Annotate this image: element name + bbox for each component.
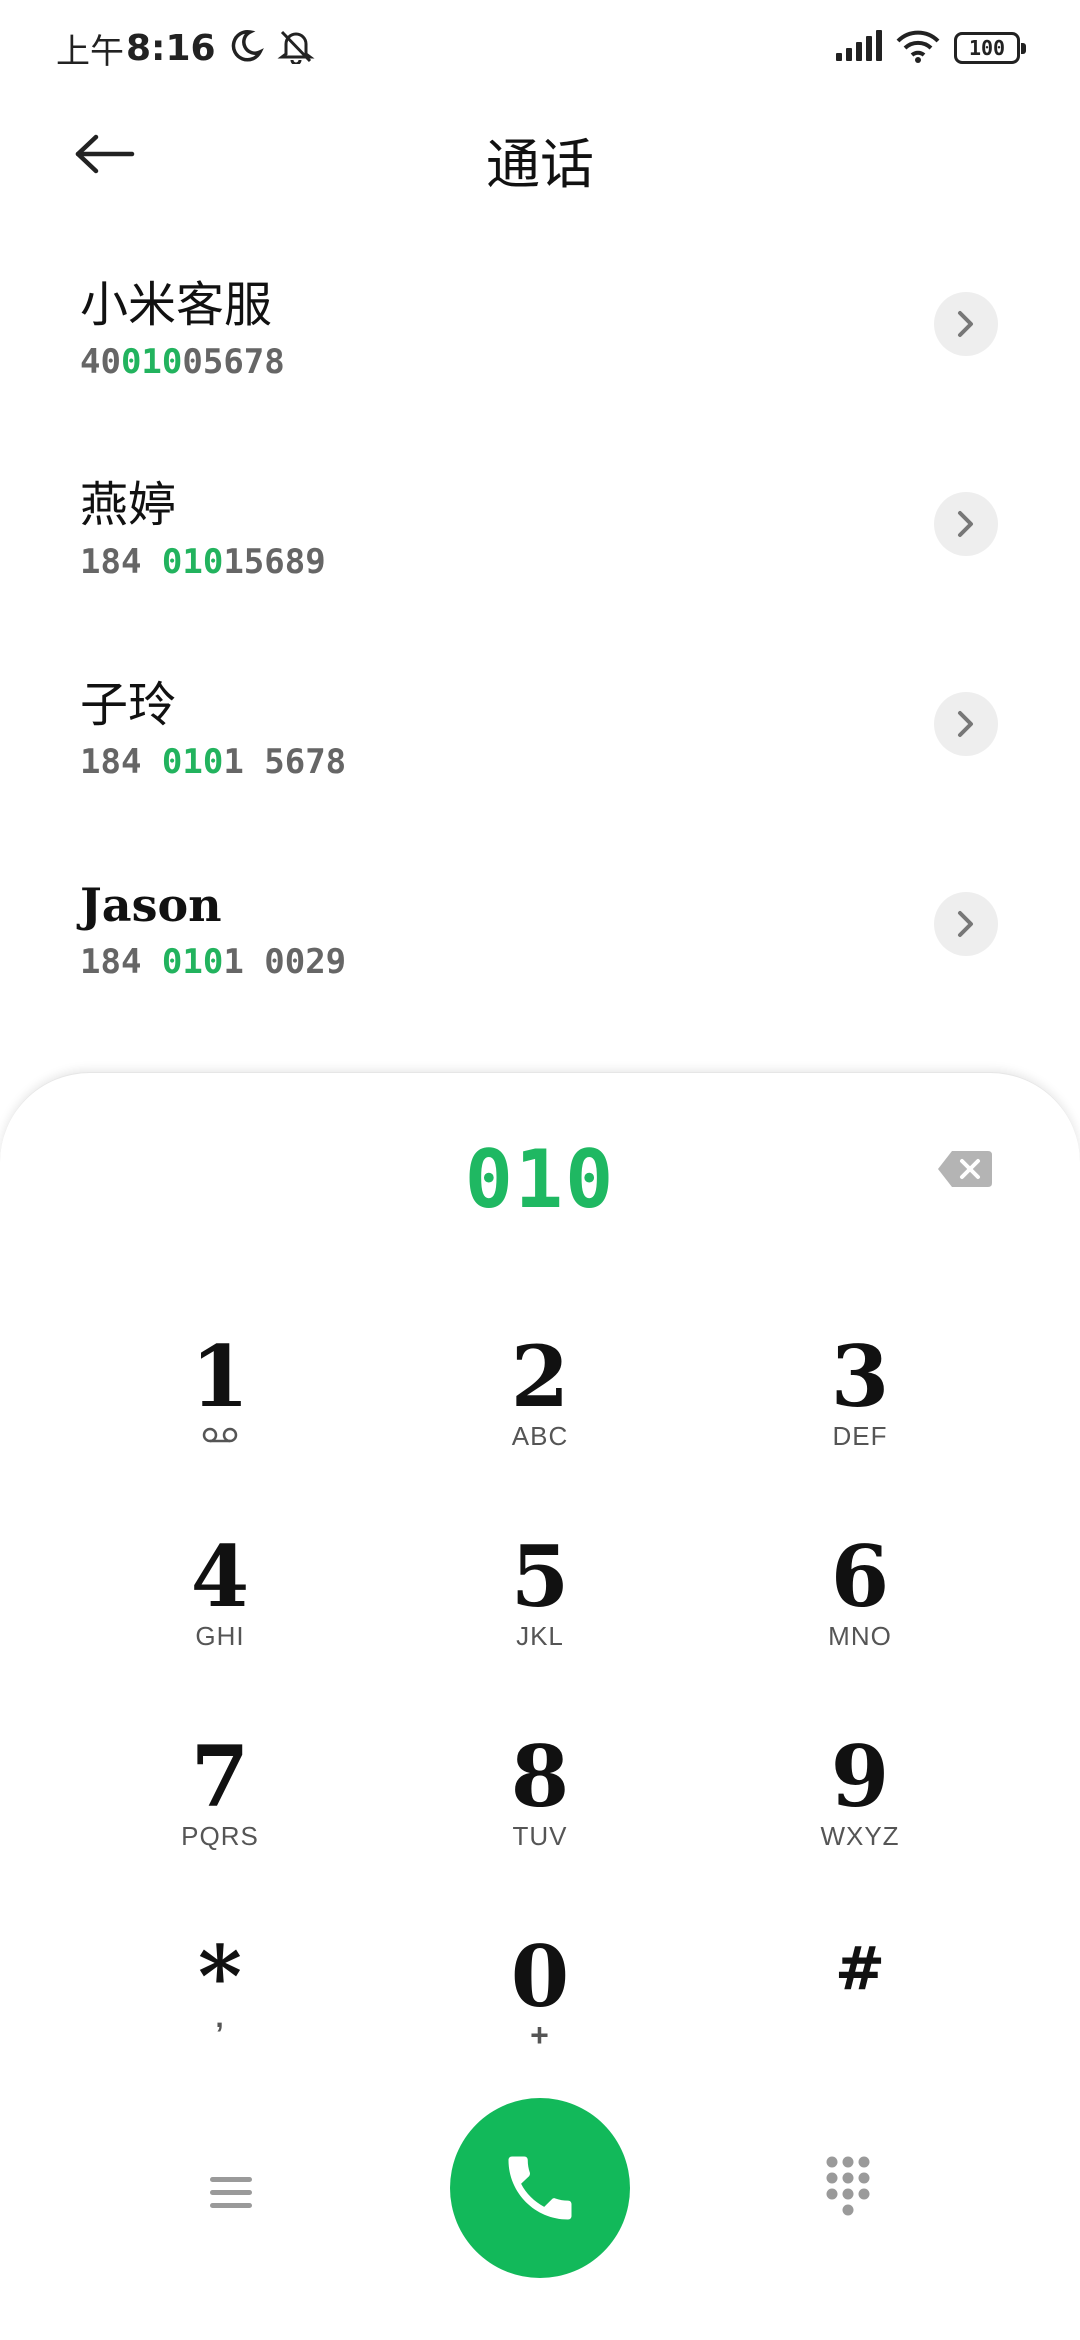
key-letters: DEF [832, 1421, 888, 1451]
key-9[interactable]: 9 WXYZ [710, 1729, 1010, 1919]
key-letters: MNO [828, 1621, 892, 1651]
chevron-right-icon [958, 511, 973, 537]
keypad-toggle-button[interactable] [818, 2148, 878, 2238]
key-digit: 6 [830, 1527, 890, 1626]
page-title: 通话 [486, 133, 594, 196]
key-letters: , [215, 2001, 225, 2034]
number-prefix: 40 [80, 342, 121, 382]
bottom-bar [0, 2098, 1080, 2288]
menu-button[interactable] [196, 2163, 266, 2223]
dialed-number: 010 [464, 1133, 616, 1226]
call-button[interactable] [450, 2098, 630, 2278]
status-time: 8:16 [126, 27, 216, 69]
contact-number: 184 0101 0029 [80, 942, 1080, 982]
key-letters: WXYZ [820, 1821, 900, 1851]
status-left: 上午 8:16 [56, 24, 316, 72]
key-digit: 5 [510, 1527, 570, 1626]
dialpad-icon [826, 2156, 870, 2216]
key-0[interactable]: 0 + [390, 1929, 690, 2119]
contact-name: Jason [80, 878, 222, 932]
key-digit: 1 [190, 1327, 250, 1426]
contact-number: 4001005678 [80, 342, 1080, 382]
key-hash[interactable]: # [710, 1929, 1010, 2119]
contact-item[interactable]: 子玲 184 0101 5678 [0, 670, 1080, 870]
key-letters: GHI [195, 1621, 245, 1651]
number-prefix: 184 [80, 942, 162, 982]
number-suffix: 05678 [182, 342, 285, 382]
contact-item[interactable]: 燕婷 184 01015689 [0, 470, 1080, 670]
number-match: 010 [120, 342, 183, 382]
number-match: 010 [161, 942, 224, 982]
status-time-prefix: 上午 [56, 31, 124, 72]
number-prefix: 184 [80, 742, 162, 782]
key-letters: JKL [516, 1621, 564, 1651]
contact-detail-button[interactable] [934, 292, 998, 356]
menu-icon [210, 2177, 252, 2208]
header: 通话 [0, 110, 1080, 200]
number-match: 010 [161, 542, 224, 582]
key-digit: 4 [190, 1527, 250, 1626]
status-bar: 上午 8:16 100 [0, 0, 1080, 96]
key-1[interactable]: 1 [70, 1329, 370, 1519]
backspace-icon [938, 1151, 992, 1187]
contact-detail-button[interactable] [934, 692, 998, 756]
key-5[interactable]: 5 JKL [390, 1529, 690, 1719]
backspace-button[interactable] [936, 1147, 994, 1191]
key-6[interactable]: 6 MNO [710, 1529, 1010, 1719]
key-letters: PQRS [181, 1821, 259, 1851]
chevron-right-icon [958, 711, 973, 737]
key-7[interactable]: 7 PQRS [70, 1729, 370, 1919]
contact-name: 子玲 [80, 677, 177, 733]
contact-number: 184 0101 5678 [80, 742, 1080, 782]
chevron-right-icon [958, 911, 973, 937]
key-8[interactable]: 8 TUV [390, 1729, 690, 1919]
contact-detail-button[interactable] [934, 492, 998, 556]
key-letters: ABC [511, 1421, 569, 1451]
key-4[interactable]: 4 GHI [70, 1529, 370, 1719]
battery-level: 100 [968, 36, 1006, 60]
key-digit: 3 [830, 1327, 890, 1426]
contact-name: 小米客服 [80, 277, 273, 333]
number-suffix: 1 0029 [223, 942, 347, 982]
key-digit: 8 [510, 1727, 570, 1826]
chevron-right-icon [958, 311, 973, 337]
voicemail-icon [202, 1427, 238, 1443]
key-digit: # [834, 1934, 886, 2004]
number-match: 010 [161, 742, 224, 782]
key-3[interactable]: 3 DEF [710, 1329, 1010, 1519]
contact-list: 小米客服 4001005678 燕婷 184 01015689 子玲 184 0… [0, 270, 1080, 1070]
number-suffix: 1 5678 [223, 742, 347, 782]
key-digit: 7 [190, 1727, 250, 1826]
key-2[interactable]: 2 ABC [390, 1329, 690, 1519]
key-digit: 0 [510, 1927, 570, 2026]
signal-icon [834, 29, 882, 67]
battery-icon: 100 [954, 32, 1026, 64]
key-star[interactable]: * , [70, 1929, 370, 2119]
contact-name: 燕婷 [80, 477, 177, 533]
key-letters: + [530, 2017, 550, 2053]
wifi-icon [896, 29, 940, 67]
contact-number: 184 01015689 [80, 542, 1080, 582]
status-right: 100 [834, 24, 1026, 72]
bell-off-icon [276, 28, 316, 68]
number-prefix: 184 [80, 542, 162, 582]
key-letters: TUV [512, 1821, 568, 1851]
key-digit: 2 [510, 1327, 570, 1426]
contact-item[interactable]: 小米客服 4001005678 [0, 270, 1080, 470]
number-suffix: 15689 [223, 542, 326, 582]
phone-icon [508, 2156, 572, 2220]
key-digit: 9 [830, 1727, 890, 1826]
contact-detail-button[interactable] [934, 892, 998, 956]
contact-item[interactable]: Jason 184 0101 0029 [0, 870, 1080, 1070]
moon-icon [228, 28, 264, 68]
